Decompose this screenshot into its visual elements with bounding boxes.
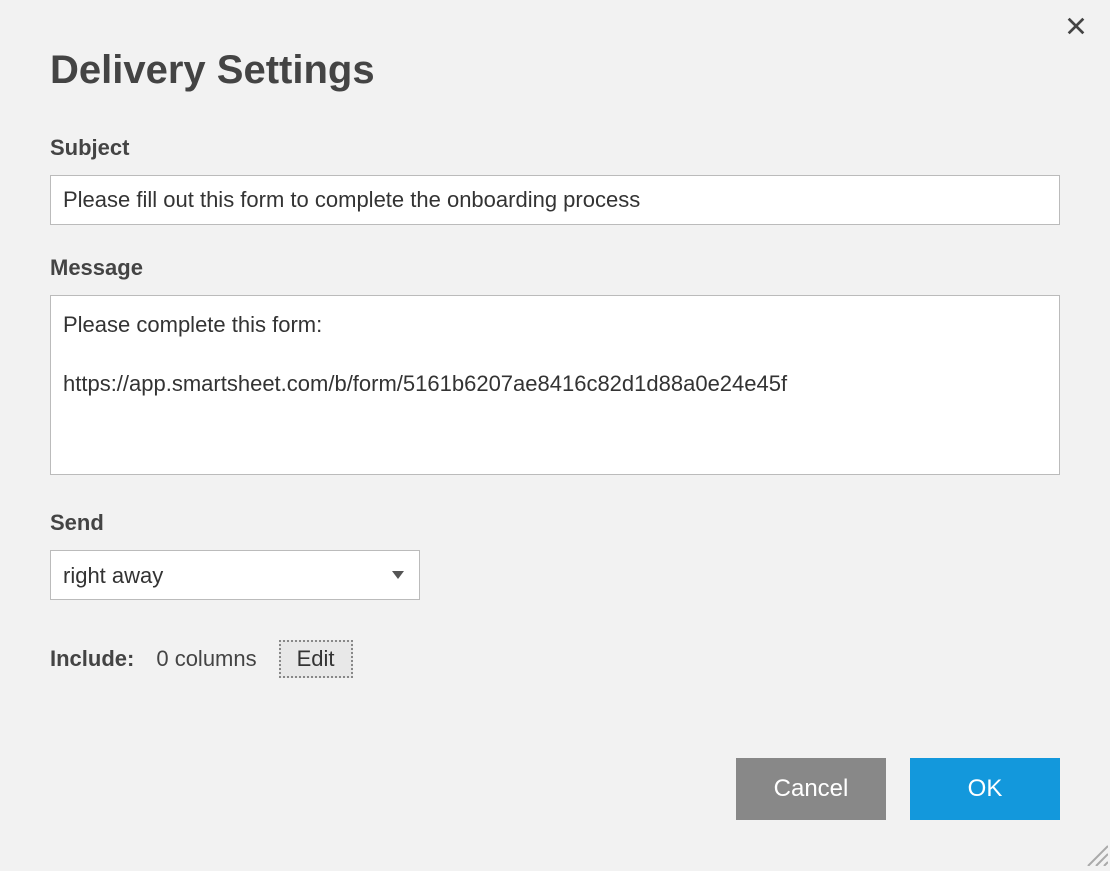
message-field-group: Message xyxy=(50,255,1060,480)
dialog-button-row: Cancel OK xyxy=(736,758,1060,820)
dialog-title: Delivery Settings xyxy=(50,48,1060,93)
ok-button[interactable]: OK xyxy=(910,758,1060,820)
send-label: Send xyxy=(50,510,1060,536)
subject-input[interactable] xyxy=(50,175,1060,225)
send-select-wrap: right away xyxy=(50,550,420,600)
send-field-group: Send right away xyxy=(50,510,1060,600)
include-row: Include: 0 columns Edit xyxy=(50,640,1060,678)
send-select[interactable]: right away xyxy=(50,550,420,600)
resize-grip-icon xyxy=(1082,840,1108,866)
include-label: Include: xyxy=(50,646,134,672)
message-label: Message xyxy=(50,255,1060,281)
include-columns-value: 0 columns xyxy=(156,646,256,672)
close-button[interactable] xyxy=(1060,12,1092,44)
subject-label: Subject xyxy=(50,135,1060,161)
close-icon xyxy=(1065,15,1087,42)
subject-field-group: Subject xyxy=(50,135,1060,225)
edit-columns-button[interactable]: Edit xyxy=(279,640,353,678)
cancel-button[interactable]: Cancel xyxy=(736,758,886,820)
message-textarea[interactable] xyxy=(50,295,1060,475)
delivery-settings-dialog: Delivery Settings Subject Message Send r… xyxy=(0,0,1110,868)
